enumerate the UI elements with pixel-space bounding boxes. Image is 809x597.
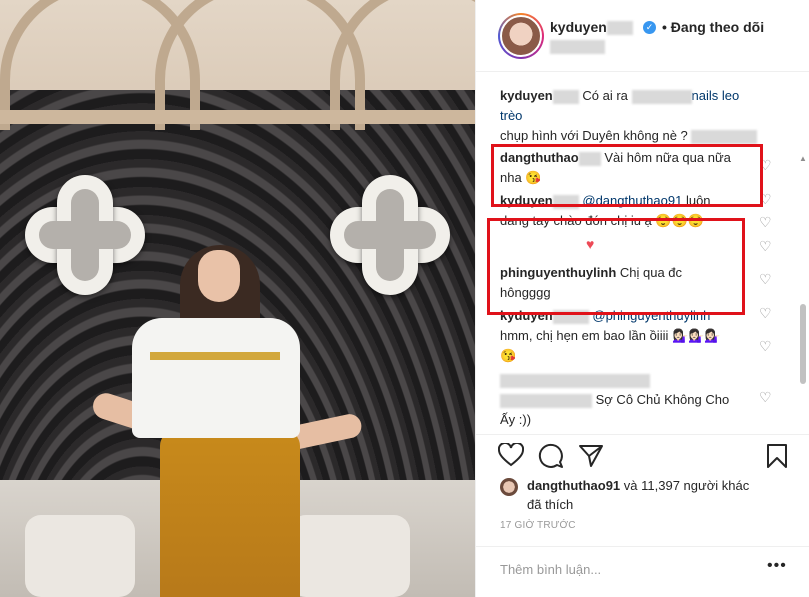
post-photo[interactable]	[0, 0, 475, 597]
like-comment-heart-icon[interactable]: ♡	[759, 271, 772, 288]
like-comment-heart-icon[interactable]: ♡	[759, 214, 772, 231]
avatar[interactable]	[498, 13, 544, 59]
wall-cross-ornament	[330, 175, 450, 295]
share-icon[interactable]	[578, 443, 604, 469]
like-comment-heart-icon[interactable]: ♡	[759, 305, 772, 322]
highlight-box	[487, 218, 745, 315]
highlight-box	[491, 144, 763, 207]
caption-text: Có ai ra	[582, 88, 628, 103]
header-username[interactable]: kyduyen	[550, 19, 633, 36]
caption-username[interactable]: kyduyen	[500, 88, 553, 103]
comment-text: Sợ Cô Chủ Không Cho	[595, 392, 730, 407]
comment-input[interactable]: Thêm bình luận...	[500, 562, 601, 577]
wall-cross-ornament	[25, 175, 145, 295]
scroll-up-icon[interactable]: ▲	[798, 154, 808, 163]
like-comment-heart-icon[interactable]: ♡	[759, 238, 772, 255]
comment-item: 😘	[500, 346, 762, 366]
caption: kyduyen Có ai ra nails leo trèo chụp hìn…	[500, 86, 762, 146]
scrollbar-thumb[interactable]	[800, 304, 806, 384]
photo-arch-base	[0, 110, 475, 124]
comment-text: 😘	[500, 348, 517, 363]
verified-badge-icon: ✓	[643, 21, 656, 34]
likes-text: đã thích	[527, 497, 574, 512]
liker-avatar[interactable]	[500, 478, 518, 496]
heart-icon[interactable]	[498, 443, 524, 467]
photo-cushion	[290, 515, 410, 597]
comment-icon[interactable]	[538, 443, 564, 469]
post-side-panel: kyduyen ✓ • Đang theo dõi kyduyen Có ai …	[475, 0, 809, 597]
add-comment-bar: Thêm bình luận... •••	[476, 546, 809, 596]
follow-status-label: Đang theo dõi	[670, 19, 765, 35]
comment-text: Ấy :))	[500, 412, 532, 427]
separator-dot: •	[662, 19, 667, 35]
post-actions	[476, 434, 809, 474]
likes-summary: dangthuthao91 và 11,397 người khác đã th…	[500, 476, 790, 514]
post-timestamp[interactable]: 17 GIỜ TRƯỚC	[500, 520, 576, 531]
comment-text: hmm, chị hẹn em bao lần ồiiii 💁🏻‍♀️💁🏻‍♀️…	[500, 328, 721, 343]
scrollbar[interactable]: ▲ ▼	[798, 154, 808, 433]
post-header: kyduyen ✓ • Đang theo dõi	[476, 0, 809, 72]
liker-username[interactable]: dangthuthao91	[527, 478, 620, 493]
bookmark-icon[interactable]	[766, 443, 788, 469]
caption-text: chụp hình với Duyên không nè ?	[500, 128, 688, 143]
comment-list[interactable]: kyduyen Có ai ra nails leo trèo chụp hìn…	[476, 73, 809, 433]
likes-count[interactable]: và 11,397 người khác	[624, 478, 749, 493]
more-options-icon[interactable]: •••	[767, 557, 787, 575]
like-comment-heart-icon[interactable]: ♡	[759, 389, 772, 406]
comment-item: Sợ Cô Chủ Không Cho Ấy :))	[500, 370, 762, 430]
photo-cushion	[25, 515, 135, 597]
follow-status-button[interactable]: • Đang theo dõi	[662, 19, 764, 35]
header-location[interactable]	[550, 40, 605, 54]
